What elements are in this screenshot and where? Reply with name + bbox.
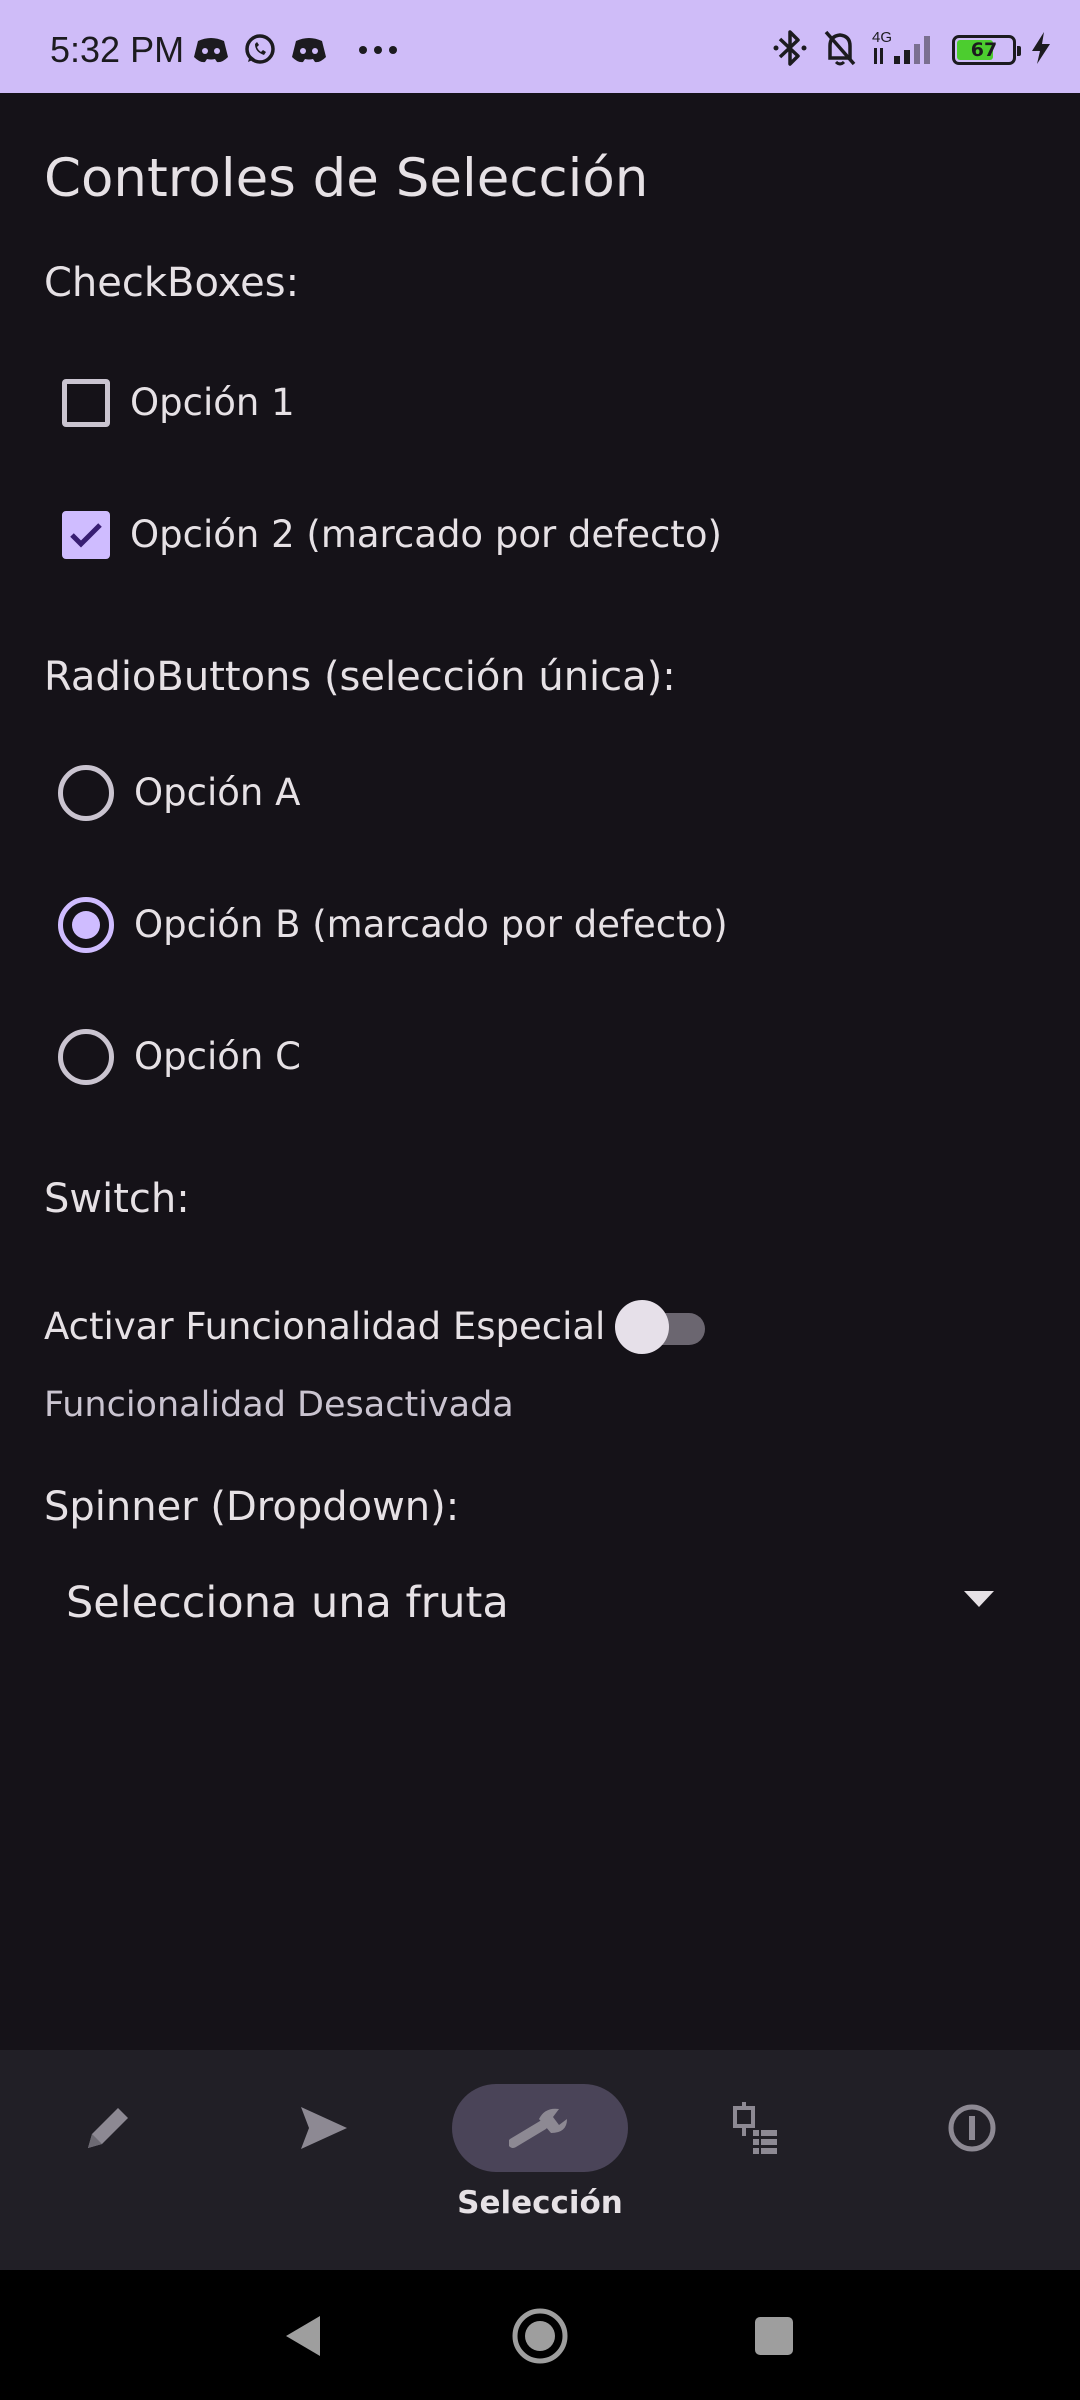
dropdown-arrow-icon — [964, 1591, 994, 1607]
system-navigation-bar — [0, 2270, 1080, 2400]
nav-icon-container — [20, 2084, 196, 2172]
checkbox-label: Opción 1 — [130, 381, 295, 424]
list-icon — [733, 2102, 777, 2154]
radio-option-a[interactable]: Opción A — [44, 745, 300, 841]
radiobuttons-section-label: RadioButtons (selección única): — [44, 654, 676, 700]
nav-item-pencil[interactable] — [0, 2050, 216, 2270]
system-status-icons: 4G 67 — [772, 28, 1052, 72]
pencil-icon — [88, 2108, 128, 2148]
recents-button[interactable] — [742, 2304, 806, 2368]
back-button[interactable] — [270, 2304, 334, 2368]
page-title: Controles de Selección — [44, 148, 649, 209]
discord-icon — [290, 35, 328, 65]
checkbox-option-1[interactable]: Opción 1 — [44, 355, 295, 451]
nav-item-seleccion[interactable]: Selección — [432, 2050, 648, 2270]
switch-status-text: Funcionalidad Desactivada — [44, 1385, 514, 1425]
discord-icon — [192, 35, 230, 65]
switch-thumb[interactable] — [615, 1300, 670, 1354]
radio-circle[interactable] — [58, 897, 114, 953]
status-bar: 5:32 PM 4G 67 — [0, 0, 1080, 93]
checkbox-box[interactable] — [62, 379, 110, 427]
special-feature-switch[interactable] — [615, 1299, 706, 1355]
radio-option-b[interactable]: Opción B (marcado por defecto) — [44, 877, 728, 973]
checkbox-label: Opción 2 (marcado por defecto) — [130, 513, 722, 556]
checkbox-box[interactable] — [62, 511, 110, 559]
battery-level: 67 — [970, 39, 998, 61]
spinner-section-label: Spinner (Dropdown): — [44, 1484, 460, 1530]
switch-label: Activar Funcionalidad Especial — [44, 1305, 606, 1348]
nav-icon-container — [668, 2084, 844, 2172]
radio-label: Opción A — [134, 771, 301, 814]
more-dots-icon — [358, 45, 398, 55]
network-label: 4G — [872, 29, 892, 46]
nav-label: Selección — [457, 2185, 623, 2221]
special-feature-switch-row[interactable]: Activar Funcionalidad Especial — [44, 1287, 706, 1367]
notifications-off-icon — [822, 28, 858, 72]
send-icon — [301, 2107, 347, 2149]
back-icon — [286, 2316, 320, 2356]
info-icon — [948, 2104, 996, 2152]
fruit-spinner[interactable]: Selecciona una fruta — [44, 1553, 1004, 1653]
notification-icons — [192, 30, 398, 70]
check-icon — [70, 523, 102, 548]
nav-item-info[interactable] — [864, 2050, 1080, 2270]
nav-icon-container — [884, 2084, 1060, 2172]
whatsapp-icon — [242, 32, 278, 68]
checkbox-option-2[interactable]: Opción 2 (marcado por defecto) — [44, 487, 722, 583]
wrench-icon — [509, 2108, 567, 2148]
home-icon — [512, 2308, 568, 2364]
radio-option-c[interactable]: Opción C — [44, 1009, 301, 1105]
radio-label: Opción C — [134, 1035, 301, 1078]
radio-selected-dot — [72, 911, 100, 939]
signal-4g-icon: 4G — [872, 28, 938, 72]
recents-icon — [755, 2317, 793, 2355]
nav-item-send[interactable] — [216, 2050, 432, 2270]
nav-icon-container — [452, 2084, 628, 2172]
spinner-selected-value: Selecciona una fruta — [66, 1578, 509, 1628]
charging-icon — [1030, 31, 1052, 69]
checkboxes-section-label: CheckBoxes: — [44, 260, 300, 306]
nav-icon-container — [236, 2084, 412, 2172]
status-time: 5:32 PM — [50, 29, 185, 70]
radio-circle[interactable] — [58, 1029, 114, 1085]
home-button[interactable] — [508, 2304, 572, 2368]
radio-label: Opción B (marcado por defecto) — [134, 903, 728, 946]
bluetooth-icon — [772, 28, 808, 72]
battery-icon: 67 — [952, 35, 1021, 65]
nav-item-list[interactable] — [648, 2050, 864, 2270]
bottom-navigation: Selección — [0, 2050, 1080, 2270]
selection-screen: Controles de Selección CheckBoxes: Opció… — [0, 93, 1080, 2050]
switch-section-label: Switch: — [44, 1176, 190, 1222]
radio-circle[interactable] — [58, 765, 114, 821]
